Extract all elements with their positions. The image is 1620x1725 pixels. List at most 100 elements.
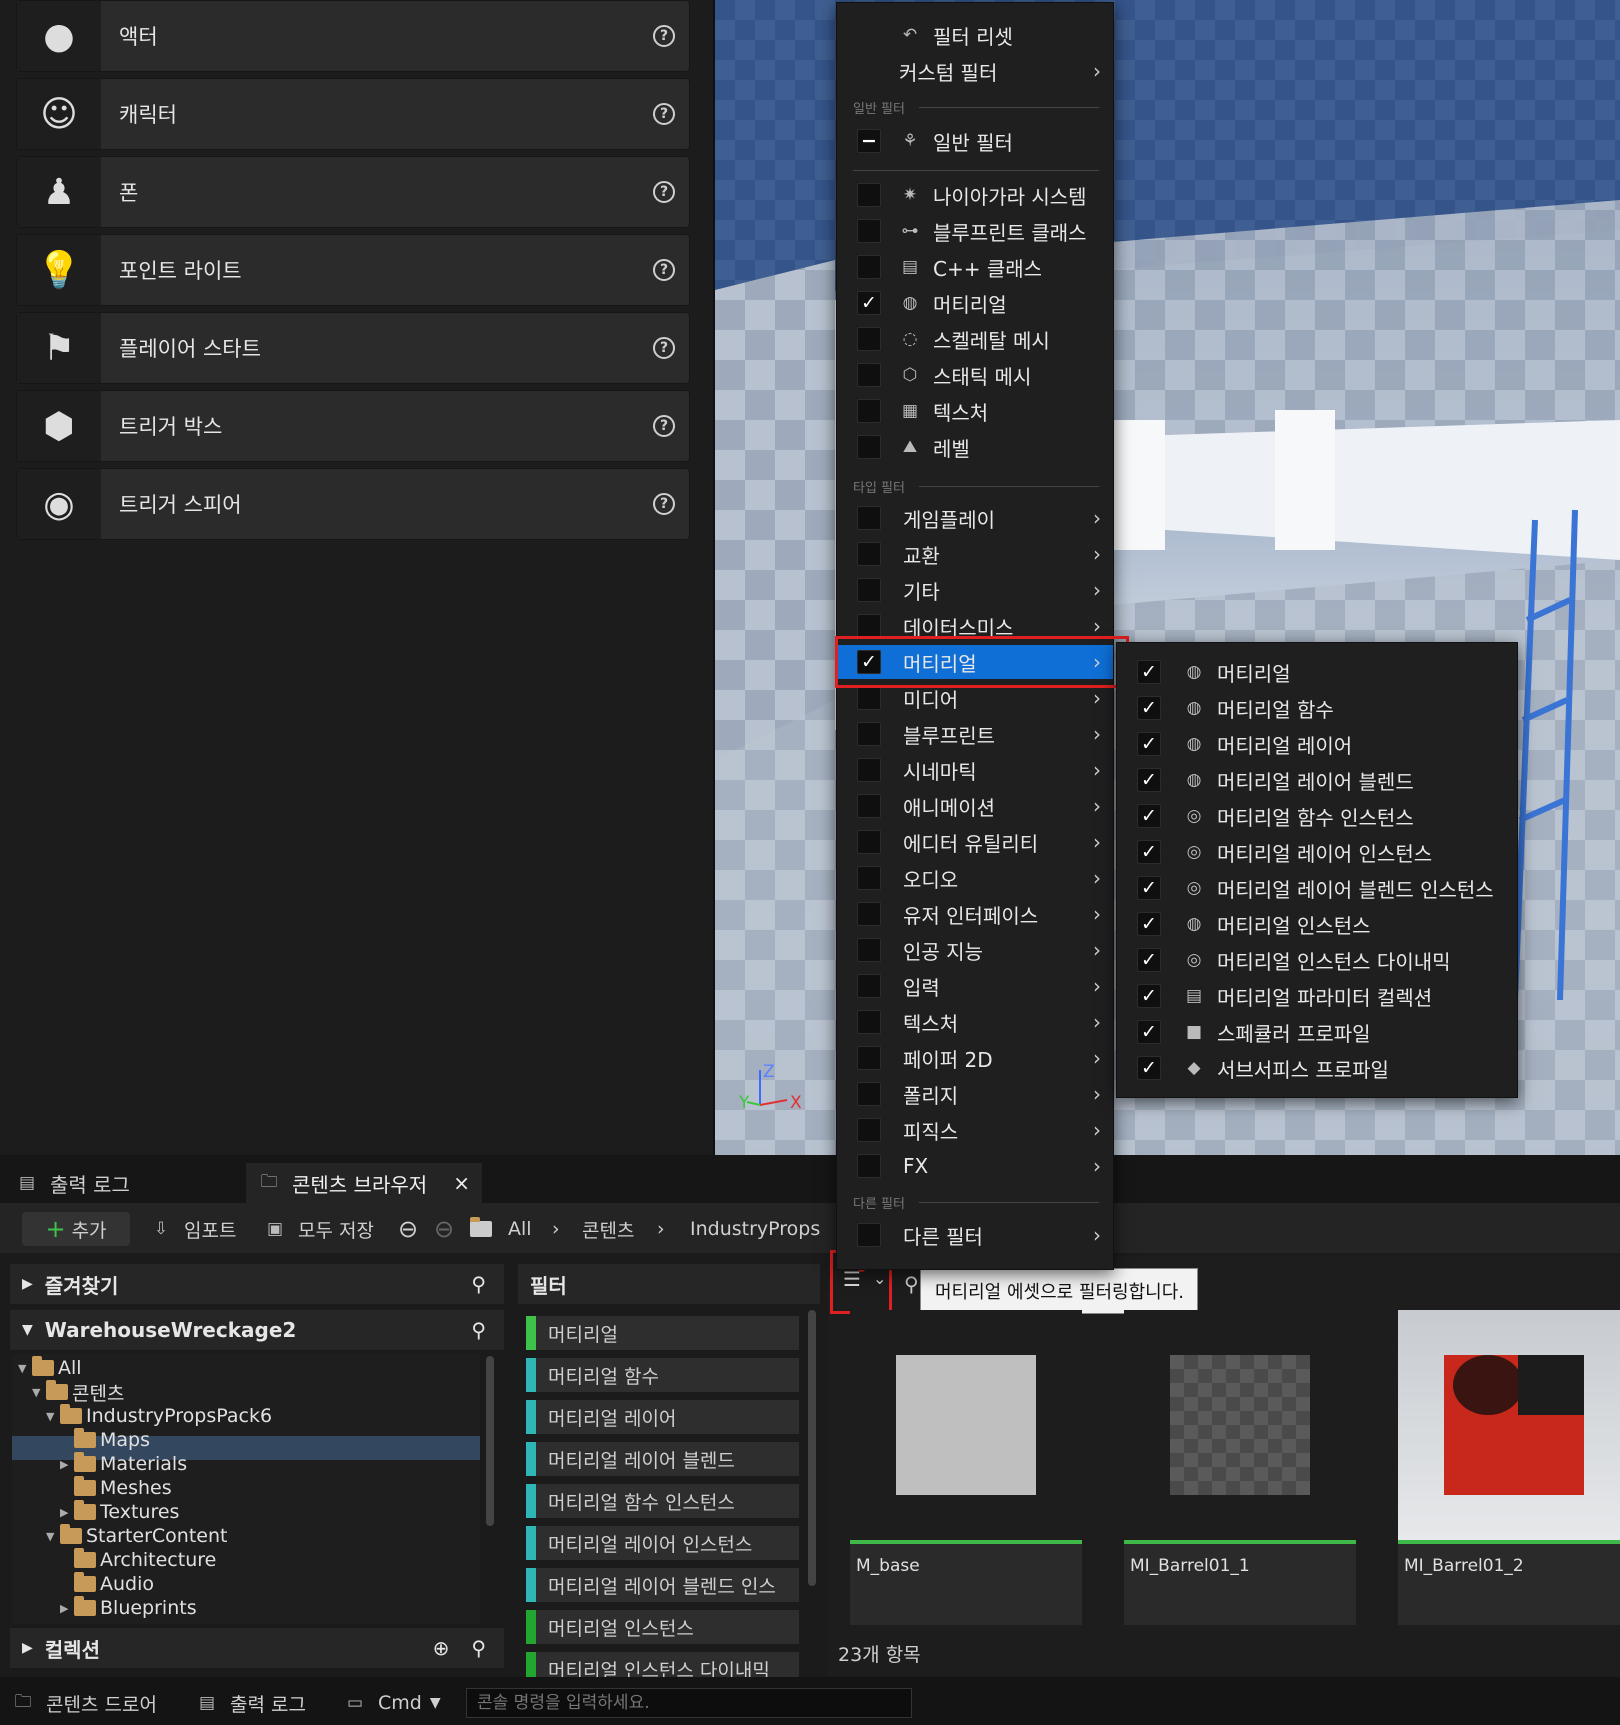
actor-item[interactable]: ⬢ 트리거 박스? xyxy=(16,390,690,462)
checkbox[interactable] xyxy=(857,830,881,854)
search-icon[interactable]: ⚲ xyxy=(904,1272,919,1296)
tree-scrollbar[interactable] xyxy=(486,1356,494,1526)
output-log-button[interactable]: ▤ 출력 로그 xyxy=(196,1686,306,1720)
checkbox[interactable]: ✓ xyxy=(857,650,881,674)
type-filter-option[interactable]: ✓ 머티리얼 › xyxy=(837,645,1113,679)
checkbox[interactable]: ✓ xyxy=(1137,1020,1161,1044)
asset-tile[interactable]: M_base xyxy=(850,1310,1082,1625)
actor-item[interactable]: 💡 포인트 라이트? xyxy=(16,234,690,306)
tree-item[interactable]: Architecture xyxy=(60,1548,216,1572)
save-all-button[interactable]: ▣ 모두 저장 xyxy=(264,1212,374,1246)
reset-filter-item[interactable]: ↶ 필터 리셋 xyxy=(837,18,1113,52)
tree-item[interactable]: Maps xyxy=(60,1428,150,1452)
console-input[interactable] xyxy=(466,1688,912,1718)
checkbox[interactable] xyxy=(857,183,881,207)
checkbox[interactable] xyxy=(857,938,881,962)
breadcrumb-content[interactable]: 콘텐츠 xyxy=(582,1212,634,1246)
material-filter-option[interactable]: ✓ ◎ 머티리얼 함수 인스턴스 xyxy=(1117,799,1517,833)
checkbox[interactable] xyxy=(857,686,881,710)
type-filter-option[interactable]: 페이퍼 2D › xyxy=(837,1041,1113,1075)
actor-item[interactable]: ● 액터? xyxy=(16,0,690,72)
common-filter-option[interactable]: ⬡ 스태틱 메시 xyxy=(837,358,1113,392)
type-filter-option[interactable]: 텍스처 › xyxy=(837,1005,1113,1039)
tree-item[interactable]: ▶ Textures xyxy=(60,1500,179,1524)
add-button[interactable]: + 추가 xyxy=(22,1212,130,1246)
checkbox[interactable] xyxy=(857,255,881,279)
actor-item[interactable]: ☺ 캐릭터? xyxy=(16,78,690,150)
material-filter-option[interactable]: ✓ ◍ 머티리얼 xyxy=(1117,655,1517,689)
material-filter-option[interactable]: ✓ ◎ 머티리얼 레이어 인스턴스 xyxy=(1117,835,1517,869)
material-filter-option[interactable]: ✓ ▤ 머티리얼 파라미터 컬렉션 xyxy=(1117,979,1517,1013)
checkbox[interactable] xyxy=(857,902,881,926)
material-filter-option[interactable]: ✓ ◆ 서브서피스 프로파일 xyxy=(1117,1051,1517,1085)
expand-arrow-icon[interactable]: ▶ xyxy=(60,1458,74,1471)
type-filter-option[interactable]: 애니메이션 › xyxy=(837,789,1113,823)
filter-chip[interactable]: 머티리얼 레이어 블렌드 xyxy=(526,1442,799,1476)
help-icon[interactable]: ? xyxy=(653,259,675,281)
tree-item[interactable]: Meshes xyxy=(60,1476,172,1500)
tab-output-log[interactable]: ▤ 출력 로그 xyxy=(4,1163,142,1203)
filter-chip[interactable]: 머티리얼 레이어 xyxy=(526,1400,799,1434)
filter-scrollbar[interactable] xyxy=(808,1310,816,1586)
checkbox[interactable] xyxy=(857,1010,881,1034)
material-filter-option[interactable]: ✓ ■ 스페큘러 프로파일 xyxy=(1117,1015,1517,1049)
type-filter-option[interactable]: FX › xyxy=(837,1149,1113,1183)
material-filter-option[interactable]: ✓ ◎ 머티리얼 레이어 블렌드 인스턴스 xyxy=(1117,871,1517,905)
checkbox[interactable] xyxy=(857,794,881,818)
checkbox[interactable]: ✓ xyxy=(1137,732,1161,756)
checkbox[interactable] xyxy=(857,399,881,423)
material-filter-option[interactable]: ✓ ◍ 머티리얼 인스턴스 xyxy=(1117,907,1517,941)
checkbox[interactable] xyxy=(857,1082,881,1106)
other-filter-option[interactable]: 다른 필터 › xyxy=(837,1218,1113,1252)
expand-arrow-icon[interactable]: ▼ xyxy=(32,1386,46,1399)
type-filter-option[interactable]: 오디오 › xyxy=(837,861,1113,895)
type-filter-option[interactable]: 인공 지능 › xyxy=(837,933,1113,967)
type-filter-option[interactable]: 피직스 › xyxy=(837,1113,1113,1147)
common-filter-item[interactable]: − ⚘ 일반 필터 xyxy=(837,124,1113,158)
filter-chip[interactable]: 머티리얼 함수 xyxy=(526,1358,799,1392)
expand-arrow-icon[interactable]: ▶ xyxy=(60,1506,74,1519)
custom-filter-item[interactable]: 커스텀 필터 › xyxy=(837,54,1113,88)
checkbox[interactable] xyxy=(857,866,881,890)
type-filter-option[interactable]: 에디터 유틸리티 › xyxy=(837,825,1113,859)
search-icon[interactable]: ⚲ xyxy=(471,1272,486,1296)
checkbox[interactable]: ✓ xyxy=(1137,768,1161,792)
help-icon[interactable]: ? xyxy=(653,181,675,203)
material-filter-option[interactable]: ✓ ◎ 머티리얼 인스턴스 다이내믹 xyxy=(1117,943,1517,977)
material-filter-option[interactable]: ✓ ◍ 머티리얼 레이어 블렌드 xyxy=(1117,763,1517,797)
checkbox[interactable] xyxy=(857,1046,881,1070)
type-filter-option[interactable]: 게임플레이 › xyxy=(837,501,1113,535)
type-filter-option[interactable]: 시네마틱 › xyxy=(837,753,1113,787)
project-header[interactable]: ▼ WarehouseWreckage2 ⚲ xyxy=(10,1310,504,1350)
tree-item[interactable]: ▼ All xyxy=(18,1356,82,1380)
checkbox[interactable]: ✓ xyxy=(857,291,881,315)
checkbox[interactable]: ✓ xyxy=(1137,804,1161,828)
checkbox[interactable] xyxy=(857,542,881,566)
expand-arrow-icon[interactable]: ▼ xyxy=(18,1362,32,1375)
forward-icon[interactable]: ⊖ xyxy=(434,1212,454,1246)
help-icon[interactable]: ? xyxy=(653,337,675,359)
close-icon[interactable]: × xyxy=(453,1171,470,1195)
expand-arrow-icon[interactable]: ▶ xyxy=(60,1602,74,1615)
checkbox[interactable] xyxy=(857,327,881,351)
checkbox[interactable]: ✓ xyxy=(1137,1056,1161,1080)
help-icon[interactable]: ? xyxy=(653,493,675,515)
breadcrumb-pack[interactable]: IndustryPropsPa xyxy=(690,1212,820,1246)
checkbox[interactable]: − xyxy=(857,129,881,153)
checkbox[interactable] xyxy=(857,578,881,602)
tree-item[interactable]: Audio xyxy=(60,1572,154,1596)
filter-chip[interactable]: 머티리얼 레이어 인스턴스 xyxy=(526,1526,799,1560)
common-filter-option[interactable]: ⛰ 레벨 xyxy=(837,430,1113,464)
type-filter-option[interactable]: 유저 인터페이스 › xyxy=(837,897,1113,931)
actor-item[interactable]: ◉ 트리거 스피어? xyxy=(16,468,690,540)
checkbox[interactable]: ✓ xyxy=(1137,696,1161,720)
content-drawer-button[interactable]: 🗀 콘텐츠 드로어 xyxy=(12,1686,157,1720)
checkbox[interactable] xyxy=(857,758,881,782)
checkbox[interactable] xyxy=(857,1223,881,1247)
breadcrumb-all[interactable]: All xyxy=(508,1212,532,1246)
help-icon[interactable]: ? xyxy=(653,103,675,125)
tree-item[interactable]: ▼ StarterContent xyxy=(46,1524,227,1548)
checkbox[interactable] xyxy=(857,614,881,638)
material-filter-option[interactable]: ✓ ◍ 머티리얼 레이어 xyxy=(1117,727,1517,761)
search-icon[interactable]: ⚲ xyxy=(471,1318,486,1342)
